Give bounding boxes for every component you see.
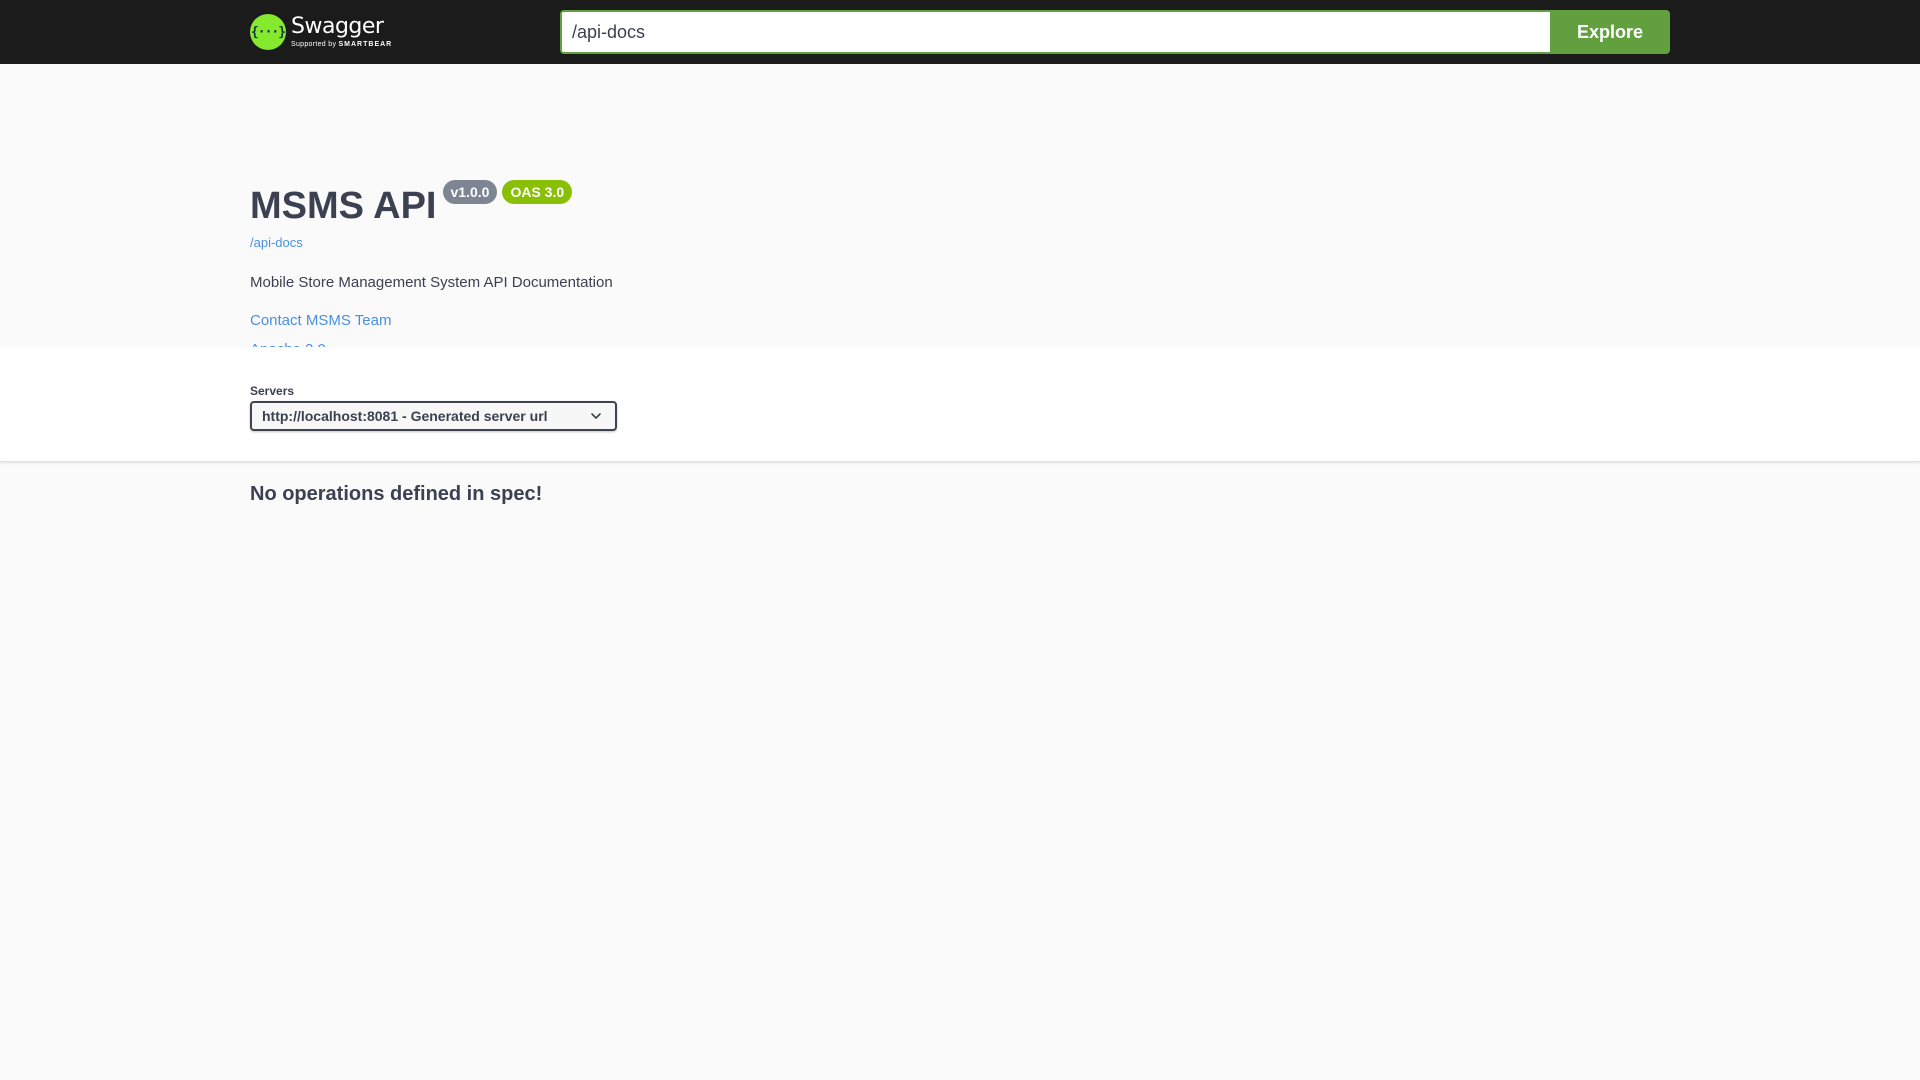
title-row: MSMS API v1.0.0 OAS 3.0 [250,180,573,232]
brand-sub-prefix: Supported by [291,41,337,48]
topbar: {···} Swagger Supported by SMARTBEAR Exp… [0,0,1920,64]
page-title: MSMS API [250,185,437,227]
explore-form: Explore [560,10,1670,54]
servers-selected-value: http://localhost:8081 - Generated server… [262,408,548,424]
version-badge: v1.0.0 [442,180,498,204]
info-section: MSMS API v1.0.0 OAS 3.0 /api-docs Mobile… [0,64,1920,358]
explore-button[interactable]: Explore [1550,10,1670,54]
no-operations-message: No operations defined in spec! [250,483,543,505]
spec-url-link[interactable]: /api-docs [250,235,303,250]
api-description: Mobile Store Management System API Docum… [250,274,613,291]
topbar-inner: {···} Swagger Supported by SMARTBEAR Exp… [250,0,1670,64]
brand-text: Swagger Supported by SMARTBEAR [291,14,392,49]
brand-sub-company: SMARTBEAR [338,41,393,48]
servers-section: Servers http://localhost:8081 - Generate… [0,347,1920,462]
swagger-brand-link[interactable]: {···} Swagger Supported by SMARTBEAR [250,0,560,64]
swagger-logo-icon: {···} [250,14,286,50]
brand-name: Swagger [291,14,384,39]
spec-url-input[interactable] [560,10,1550,54]
oas-badge: OAS 3.0 [502,180,573,204]
contact-link[interactable]: Contact MSMS Team [250,312,391,329]
servers-label: Servers [250,384,295,398]
chevron-down-icon [591,413,601,419]
brand-subtitle: Supported by SMARTBEAR [291,41,392,48]
servers-select[interactable]: http://localhost:8081 - Generated server… [250,401,617,431]
